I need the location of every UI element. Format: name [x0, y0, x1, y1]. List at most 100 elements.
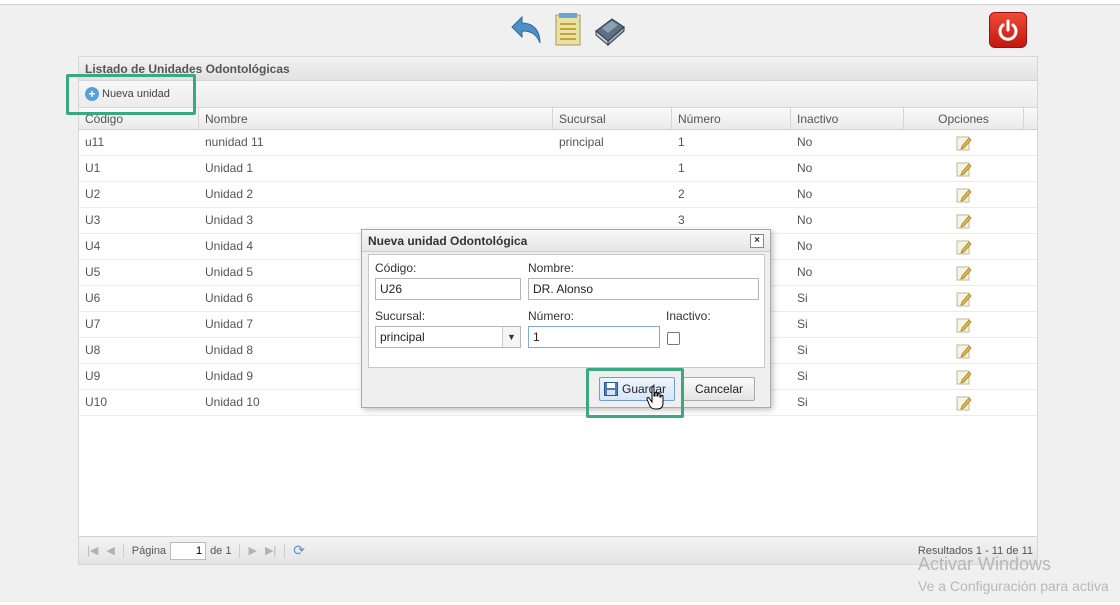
cell-code: U6	[85, 291, 101, 305]
windows-activation-title: Activar Windows	[918, 554, 1052, 574]
cell-inactivo: Si	[797, 317, 808, 331]
cell-opciones	[904, 208, 1024, 233]
new-unit-dialog: Nueva unidad Odontológica × Código: Nomb…	[361, 229, 771, 408]
dialog-title: Nueva unidad Odontológica ×	[362, 230, 770, 252]
codigo-input[interactable]	[375, 278, 521, 300]
cell-name: nunidad 11	[205, 135, 264, 149]
sucursal-label: Sucursal:	[375, 309, 426, 323]
cell-code: U2	[85, 187, 101, 201]
cell-code: U1	[85, 161, 101, 175]
cell-inactivo: No	[797, 239, 813, 253]
cell-inactivo: No	[797, 135, 813, 149]
cell-code: U3	[85, 213, 101, 227]
cell-inactivo: Si	[797, 369, 808, 383]
column-header-inactivo[interactable]: Inactivo	[791, 108, 904, 129]
back-arrow-icon[interactable]	[508, 10, 544, 48]
table-row[interactable]: U2 Unidad 2 2 No	[79, 182, 1037, 208]
page-of-label: de 1	[210, 544, 232, 557]
cell-sucursal	[553, 182, 672, 207]
inactivo-label: Inactivo:	[666, 309, 711, 323]
grid-header: Código Nombre Sucursal Número Inactivo O…	[79, 108, 1037, 130]
prev-page-icon[interactable]: ◀	[106, 544, 114, 557]
dialog-title-text: Nueva unidad Odontológica	[368, 234, 528, 248]
panel-toolbar: + Nueva unidad	[79, 81, 1037, 108]
cell-opciones	[904, 364, 1024, 389]
cell-sucursal	[553, 156, 672, 181]
next-page-icon[interactable]: ▶	[248, 544, 256, 557]
cell-inactivo: No	[797, 187, 813, 201]
edit-icon[interactable]	[956, 135, 972, 151]
pager: |◀ ◀ Página de 1 ▶ ▶| ⟳ Resultados 1 - 1…	[79, 536, 1037, 564]
edit-icon[interactable]	[956, 317, 972, 333]
cell-numero: 1	[678, 161, 685, 175]
table-row[interactable]: U1 Unidad 1 1 No	[79, 156, 1037, 182]
cell-opciones	[904, 312, 1024, 337]
edit-icon[interactable]	[956, 291, 972, 307]
highlight-add-unit	[66, 74, 196, 115]
column-header-sucursal[interactable]: Sucursal	[553, 108, 672, 129]
panel-title: Listado de Unidades Odontológicas	[79, 57, 1037, 81]
document-list-icon[interactable]	[550, 10, 586, 48]
page-input[interactable]	[170, 541, 207, 560]
column-header-opciones: Opciones	[904, 108, 1024, 129]
pager-separator	[239, 543, 241, 558]
chevron-down-icon[interactable]: ▼	[502, 327, 520, 347]
cell-code: u11	[85, 135, 105, 149]
cell-opciones	[904, 182, 1024, 207]
cell-inactivo: No	[797, 161, 813, 175]
cell-name: Unidad 1	[205, 161, 254, 175]
cell-sucursal: principal	[559, 135, 604, 149]
edit-icon[interactable]	[956, 369, 972, 385]
cell-opciones	[904, 130, 1024, 155]
highlight-save-button	[586, 368, 684, 418]
cell-opciones	[904, 260, 1024, 285]
cell-inactivo: Si	[797, 395, 808, 409]
windows-activation-text: Ve a Configuración para activa	[918, 578, 1109, 594]
refresh-icon[interactable]: ⟳	[293, 542, 305, 559]
cell-inactivo: Si	[797, 291, 808, 305]
cell-opciones	[904, 156, 1024, 181]
first-page-icon[interactable]: |◀	[87, 544, 98, 557]
last-page-icon[interactable]: ▶|	[265, 544, 276, 557]
edit-icon[interactable]	[956, 187, 972, 203]
cell-code: U5	[85, 265, 101, 279]
numero-input[interactable]	[528, 326, 660, 348]
pager-separator	[122, 543, 124, 558]
table-row[interactable]: u11 nunidad 11 principal 1 No	[79, 130, 1037, 156]
edit-icon[interactable]	[956, 213, 972, 229]
sucursal-select[interactable]: principal ▼	[375, 326, 521, 348]
book-icon[interactable]	[592, 10, 628, 48]
cell-inactivo: Si	[797, 343, 808, 357]
column-header-name[interactable]: Nombre	[199, 108, 553, 129]
edit-icon[interactable]	[956, 265, 972, 281]
cell-opciones	[904, 234, 1024, 259]
column-header-numero[interactable]: Número	[672, 108, 791, 129]
power-button[interactable]	[989, 12, 1027, 48]
codigo-label: Código:	[375, 261, 417, 275]
cell-opciones	[904, 390, 1024, 415]
cell-inactivo: No	[797, 213, 813, 227]
top-toolbar	[508, 8, 628, 50]
cell-code: U10	[85, 395, 108, 409]
sucursal-selected-value: principal	[380, 330, 425, 344]
cell-opciones	[904, 338, 1024, 363]
cell-code: U4	[85, 239, 101, 253]
cell-numero: 1	[678, 135, 685, 149]
cancel-button[interactable]: Cancelar	[683, 377, 755, 401]
edit-icon[interactable]	[956, 343, 972, 359]
dialog-form: Código: Nombre: Sucursal: principal ▼ Nú…	[368, 254, 765, 368]
page-label: Página	[131, 544, 167, 557]
hand-cursor-icon	[646, 385, 664, 410]
cell-name: Unidad 2	[205, 187, 254, 201]
cell-opciones	[904, 286, 1024, 311]
inactivo-checkbox[interactable]	[667, 332, 680, 345]
edit-icon[interactable]	[956, 395, 972, 411]
cell-code: U8	[85, 343, 101, 357]
edit-icon[interactable]	[956, 239, 972, 255]
nombre-input[interactable]	[528, 278, 759, 300]
cell-code: U9	[85, 369, 101, 383]
pager-separator	[284, 543, 286, 558]
close-icon[interactable]: ×	[750, 234, 764, 248]
edit-icon[interactable]	[956, 161, 972, 177]
power-icon	[998, 19, 1018, 41]
